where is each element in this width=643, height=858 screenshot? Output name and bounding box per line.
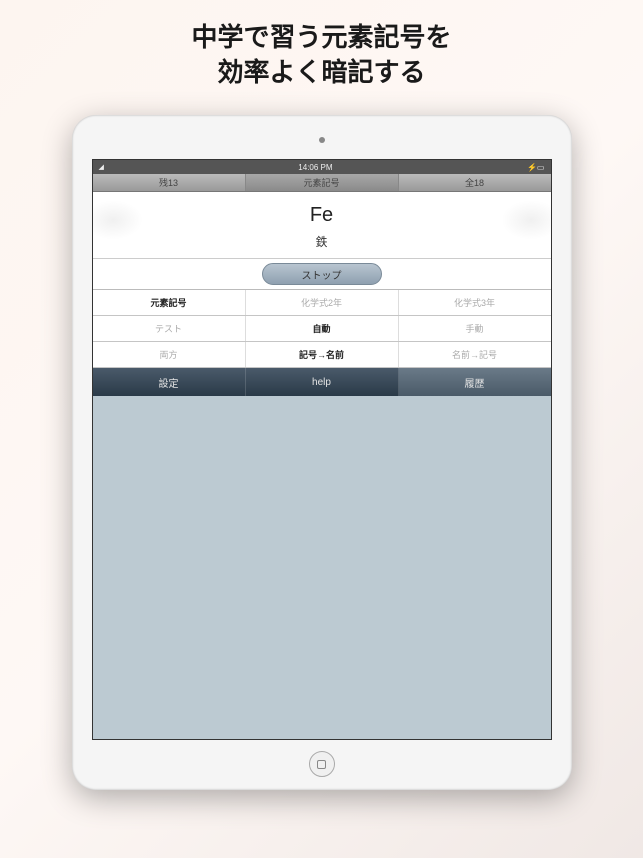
bottom-settings[interactable]: 設定 — [93, 368, 246, 396]
element-symbol: Fe — [310, 204, 333, 227]
status-time: 14:06 PM — [298, 163, 332, 172]
action-row: ストップ — [93, 258, 551, 290]
top-title: 元素記号 — [246, 174, 399, 191]
bottom-bar: 設定 help 履歴 — [93, 368, 551, 396]
option-formula-3rd[interactable]: 化学式3年 — [399, 290, 551, 315]
option-test[interactable]: テスト — [93, 316, 246, 341]
option-row-direction: 両方 記号→名前 名前→記号 — [93, 342, 551, 368]
status-bar: ◢ 14:06 PM ⚡▭ — [93, 160, 551, 174]
option-row-mode: テスト 自動 手動 — [93, 316, 551, 342]
option-name-to-symbol[interactable]: 名前→記号 — [399, 342, 551, 367]
top-info-bar: 残13 元素記号 全18 — [93, 174, 551, 192]
home-button[interactable] — [309, 751, 335, 777]
option-manual[interactable]: 手動 — [399, 316, 551, 341]
remaining-count: 残13 — [93, 174, 246, 191]
option-formula-2nd[interactable]: 化学式2年 — [246, 290, 399, 315]
signal-icon: ◢ — [99, 163, 104, 171]
option-row-category: 元素記号 化学式2年 化学式3年 — [93, 290, 551, 316]
screen: ◢ 14:06 PM ⚡▭ 残13 元素記号 全18 Fe 鉄 ストップ 元素記… — [92, 159, 552, 740]
camera-icon — [319, 137, 325, 143]
home-button-icon — [317, 760, 326, 769]
total-count: 全18 — [399, 174, 551, 191]
option-symbol-to-name[interactable]: 記号→名前 — [246, 342, 399, 367]
element-name: 鉄 — [315, 233, 327, 250]
ipad-frame: ◢ 14:06 PM ⚡▭ 残13 元素記号 全18 Fe 鉄 ストップ 元素記… — [72, 115, 572, 790]
status-right: ⚡▭ — [527, 163, 545, 172]
stop-button[interactable]: ストップ — [262, 263, 382, 285]
option-element-symbol[interactable]: 元素記号 — [93, 290, 246, 315]
bottom-help[interactable]: help — [246, 368, 399, 396]
battery-icon: ⚡▭ — [527, 163, 545, 172]
status-left: ◢ — [99, 163, 104, 171]
promo-line1: 中学で習う元素記号を — [191, 20, 451, 55]
option-auto[interactable]: 自動 — [246, 316, 399, 341]
option-both[interactable]: 両方 — [93, 342, 246, 367]
card-area: Fe 鉄 — [93, 192, 551, 258]
promo-title: 中学で習う元素記号を 効率よく暗記する — [191, 0, 451, 115]
content-area — [93, 396, 551, 739]
promo-line2: 効率よく暗記する — [191, 55, 451, 90]
bottom-history[interactable]: 履歴 — [399, 368, 551, 396]
